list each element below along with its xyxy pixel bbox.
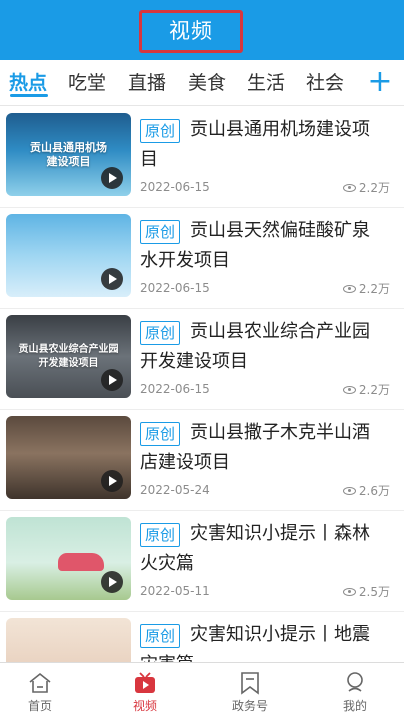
view-count: 2.5万 — [342, 583, 390, 600]
car-illustration — [58, 553, 104, 571]
video-thumbnail[interactable] — [6, 416, 131, 499]
video-title[interactable]: 灾害知识小提示丨地震灾害篇 — [140, 620, 386, 662]
home-icon — [29, 672, 51, 693]
video-thumbnail[interactable] — [6, 618, 131, 662]
nav-gov-account-label: 政务号 — [231, 699, 268, 713]
tab-food[interactable]: 美食 — [188, 69, 226, 97]
eye-icon — [342, 284, 356, 293]
eye-icon — [342, 385, 356, 394]
view-count-text: 2.6万 — [358, 484, 390, 498]
view-count: 2.6万 — [342, 482, 390, 499]
nav-video-label: 视频 — [132, 699, 157, 713]
video-item[interactable]: 原创 灾害知识小提示丨森林火灾篇 2022-05-11 2.5万 — [0, 510, 404, 612]
video-title[interactable]: 贡山县通用机场建设项目 — [140, 115, 386, 175]
publish-date: 2022-05-11 — [140, 584, 210, 598]
video-title[interactable]: 灾害知识小提示丨森林火灾篇 — [140, 519, 386, 579]
nav-profile-label: 我的 — [342, 699, 367, 713]
eye-icon — [342, 486, 356, 495]
nav-video[interactable]: 视频 — [105, 663, 185, 716]
thumbnail-caption: 贡山县通用机场 建设项目 — [30, 141, 107, 168]
play-icon[interactable] — [101, 571, 123, 593]
video-item[interactable]: 贡山县农业综合产业园 开发建设项目 原创 贡山县农业综合产业园开发建设项目 20… — [0, 308, 404, 410]
tab-society[interactable]: 社会 — [306, 69, 344, 97]
tab-chitang[interactable]: 吃堂 — [68, 69, 106, 97]
publish-date: 2022-06-15 — [140, 382, 210, 396]
profile-icon — [347, 672, 363, 692]
view-count-text: 2.2万 — [358, 282, 390, 296]
play-icon[interactable] — [101, 369, 123, 391]
video-item[interactable]: 原创 贡山县撒子木克半山酒店建设项目 2022-05-24 2.6万 — [0, 409, 404, 511]
video-thumbnail[interactable]: 贡山县通用机场 建设项目 — [6, 113, 131, 196]
view-count-text: 2.5万 — [358, 585, 390, 599]
view-count-text: 2.2万 — [358, 181, 390, 195]
video-item[interactable]: 贡山县通用机场 建设项目 原创 贡山县通用机场建设项目 2022-06-15 2… — [0, 106, 404, 208]
add-tab-icon[interactable]: + — [364, 64, 396, 100]
view-count: 2.2万 — [342, 280, 390, 297]
tab-hot[interactable]: 热点 — [9, 69, 47, 97]
video-list: 贡山县通用机场 建设项目 原创 贡山县通用机场建设项目 2022-06-15 2… — [0, 106, 404, 662]
tab-live[interactable]: 直播 — [128, 69, 166, 97]
page-title: 视频 — [169, 19, 213, 43]
bookmark-icon — [241, 672, 259, 695]
category-tabs: 热点 吃堂 直播 美食 生活 社会 — [0, 60, 404, 106]
video-thumbnail[interactable]: 贡山县农业综合产业园 开发建设项目 — [6, 315, 131, 398]
video-title[interactable]: 贡山县撒子木克半山酒店建设项目 — [140, 418, 386, 478]
video-thumbnail[interactable] — [6, 214, 131, 297]
nav-home-label: 首页 — [27, 699, 52, 713]
publish-date: 2022-06-15 — [140, 281, 210, 295]
video-item[interactable]: 原创 贡山县天然偏硅酸矿泉水开发项目 2022-06-15 2.2万 — [0, 207, 404, 309]
bottom-navigation: 首页 视频 政务号 我的 — [0, 662, 404, 716]
active-tab-underline — [10, 94, 48, 97]
video-icon — [135, 672, 155, 693]
eye-icon — [342, 587, 356, 596]
thumbnail-caption: 贡山县农业综合产业园 开发建设项目 — [18, 344, 119, 369]
video-title[interactable]: 贡山县天然偏硅酸矿泉水开发项目 — [140, 216, 386, 276]
nav-home[interactable]: 首页 — [0, 663, 80, 716]
eye-icon — [342, 183, 356, 192]
view-count-text: 2.2万 — [358, 383, 390, 397]
video-item[interactable]: 原创 灾害知识小提示丨地震灾害篇 — [0, 611, 404, 662]
publish-date: 2022-05-24 — [140, 483, 210, 497]
nav-gov-account[interactable]: 政务号 — [210, 663, 290, 716]
publish-date: 2022-06-15 — [140, 180, 210, 194]
nav-profile[interactable]: 我的 — [315, 663, 395, 716]
play-icon[interactable] — [101, 268, 123, 290]
view-count: 2.2万 — [342, 179, 390, 196]
app-header: 视频 — [0, 0, 404, 60]
title-highlight-box: 视频 — [139, 10, 243, 53]
play-icon[interactable] — [101, 470, 123, 492]
video-title[interactable]: 贡山县农业综合产业园开发建设项目 — [140, 317, 386, 377]
play-icon[interactable] — [101, 167, 123, 189]
video-thumbnail[interactable] — [6, 517, 131, 600]
view-count: 2.2万 — [342, 381, 390, 398]
tab-life[interactable]: 生活 — [247, 69, 285, 97]
